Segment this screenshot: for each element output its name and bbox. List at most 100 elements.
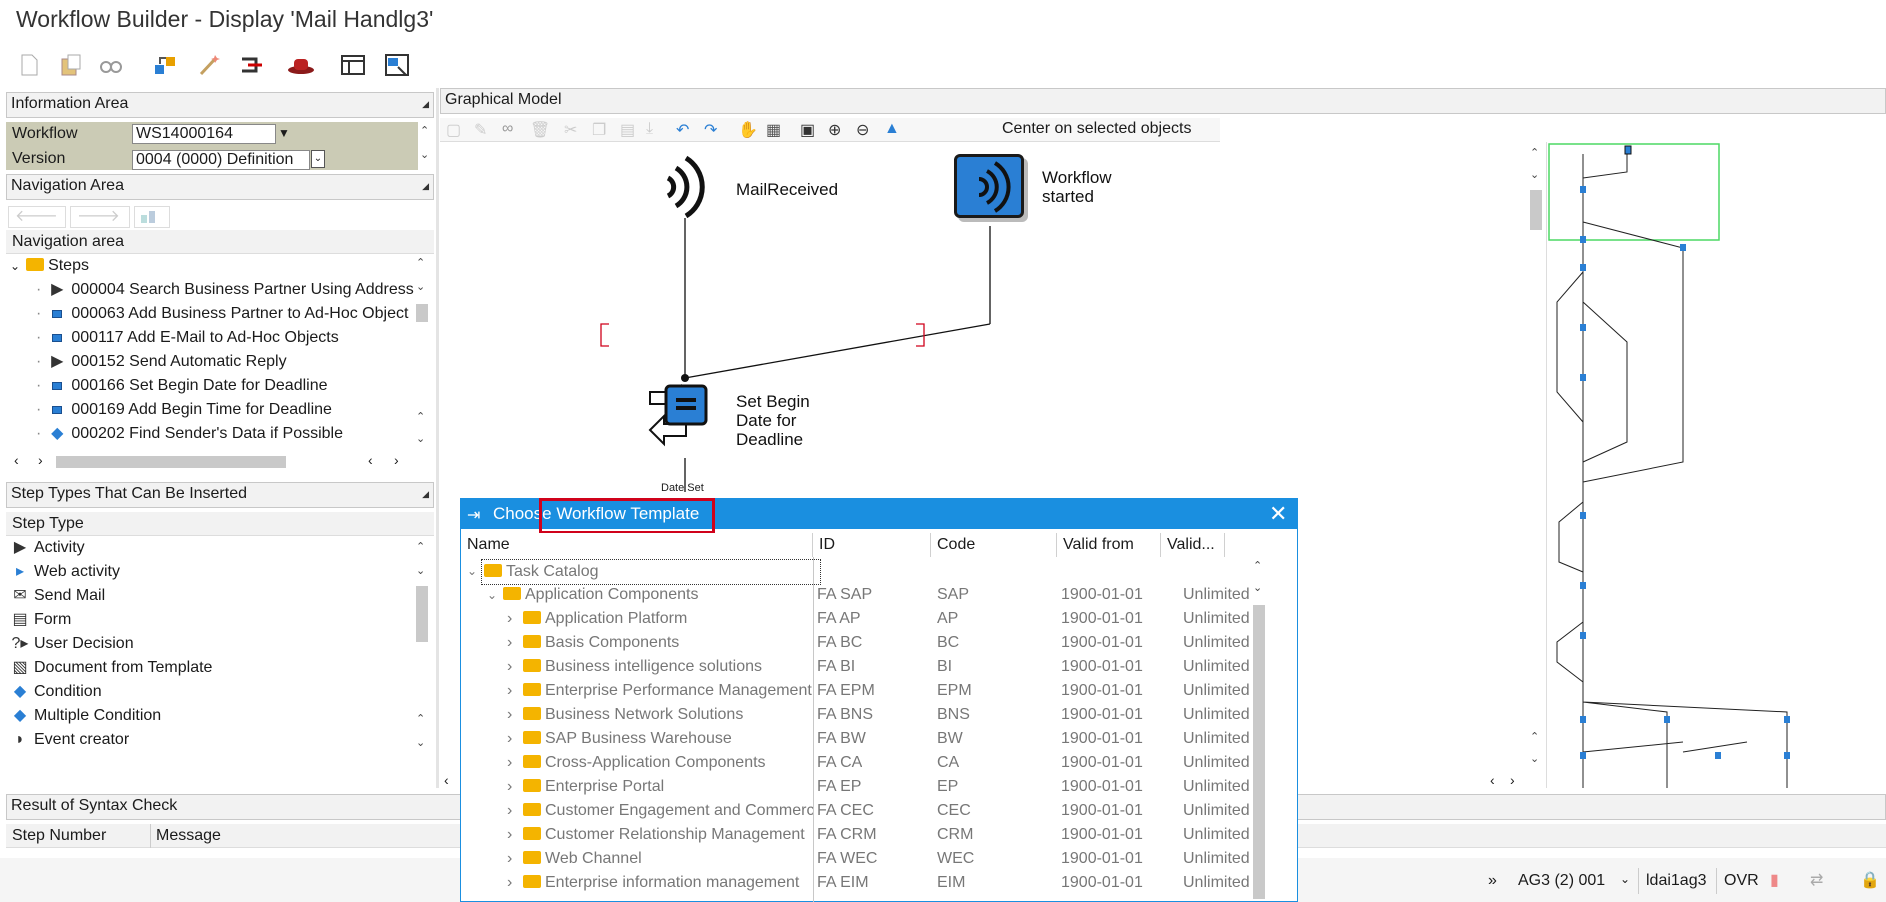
chevron-right-icon[interactable]: › xyxy=(507,607,512,631)
resize-corner-icon[interactable]: ◢ xyxy=(422,175,429,197)
chevron-right-icon[interactable]: › xyxy=(507,631,512,655)
step-type-item[interactable]: ✉ Send Mail xyxy=(10,584,105,608)
tree-root-steps[interactable]: ⌄ Steps xyxy=(10,254,89,278)
input-mode[interactable]: OVR xyxy=(1724,872,1759,890)
tree-item[interactable]: · 000063 Add Business Partner to Ad-Hoc O… xyxy=(36,302,408,326)
table-row[interactable]: › Business intelligence solutions FA BI … xyxy=(461,655,1261,679)
dialog-vscroll[interactable]: ⌃ ⌄ xyxy=(1251,559,1267,901)
grid-icon[interactable]: ▦ xyxy=(766,120,781,140)
chevron-down-icon[interactable]: ⌄ xyxy=(1253,581,1262,594)
glasses-icon[interactable] xyxy=(96,50,126,80)
chevron-up-icon[interactable]: ⌃ xyxy=(1253,559,1262,572)
canvas-vscroll[interactable]: ⌃ ⌄ ⌃ ⌄ xyxy=(1528,146,1544,782)
insert-icon[interactable]: ⤓ xyxy=(646,120,653,138)
glasses-icon[interactable]: ∞ xyxy=(502,120,513,138)
lock-icon[interactable]: 🔒 xyxy=(1860,870,1880,890)
cut-icon[interactable]: ✂ xyxy=(564,120,577,140)
chevron-up-icon[interactable]: ⌃ xyxy=(1530,146,1539,159)
zoom-out-icon[interactable]: ⊖ xyxy=(856,120,869,140)
chevron-up-icon[interactable]: ⌃ xyxy=(420,124,429,137)
chevron-right-icon[interactable]: › xyxy=(507,847,512,871)
overview-icon[interactable] xyxy=(134,206,170,228)
step-type-vscroll[interactable]: ⌃ ⌄ ⌃ ⌄ xyxy=(414,536,430,758)
table-row[interactable]: › Basis Components FA BC BC 1900-01-01 U… xyxy=(461,631,1261,655)
chevron-up-icon[interactable]: ⌃ xyxy=(1530,730,1539,743)
chevron-up-icon[interactable]: ⌃ xyxy=(416,540,425,553)
table-row[interactable]: › Customer Relationship Management FA CR… xyxy=(461,823,1261,847)
table-row[interactable]: › Customer Engagement and Commerce FA CE… xyxy=(461,799,1261,823)
chevron-down-icon[interactable]: ⌄ xyxy=(1530,752,1539,765)
chevron-right-icon[interactable]: › xyxy=(507,703,512,727)
info-scrollbar[interactable]: ⌃ ⌄ xyxy=(418,122,434,170)
chevron-right-icon[interactable]: › xyxy=(507,727,512,751)
table-row[interactable]: › SAP Business Warehouse FA BW BW 1900-0… xyxy=(461,727,1261,751)
chevron-down-icon[interactable]: ⌄ xyxy=(10,259,20,273)
chevron-down-icon[interactable]: ⌄ xyxy=(416,432,425,445)
chevron-left-icon[interactable]: ‹ xyxy=(14,452,19,468)
chevron-up-icon[interactable]: ⌃ xyxy=(416,256,425,269)
window-icon[interactable] xyxy=(382,50,412,80)
delete-icon[interactable]: 🗑 xyxy=(530,120,550,140)
close-icon[interactable]: ✕ xyxy=(1269,501,1287,527)
table-row[interactable]: › Enterprise Portal FA EP EP 1900-01-01 … xyxy=(461,775,1261,799)
scroll-thumb[interactable] xyxy=(1253,605,1265,899)
undo-icon[interactable]: ↶ xyxy=(676,120,689,140)
chevron-down-icon[interactable]: ⌄ xyxy=(1530,168,1539,181)
container-operation-icon[interactable] xyxy=(646,382,712,458)
tree-item[interactable]: · ▶ 000004 Search Business Partner Using A… xyxy=(36,278,414,302)
version-select[interactable]: 0004 (0000) Definition xyxy=(132,150,310,170)
execute-icon[interactable] xyxy=(236,50,266,80)
chevron-down-icon[interactable]: ⌄ xyxy=(420,148,429,161)
chevron-right-icon[interactable]: › xyxy=(507,823,512,847)
step-type-item[interactable]: ▸ Web activity xyxy=(10,560,120,584)
chevron-left-icon[interactable]: ‹ xyxy=(368,452,373,468)
chevron-right-icon[interactable]: › xyxy=(507,799,512,823)
wand-icon[interactable] xyxy=(194,50,224,80)
step-type-item[interactable]: ▧ Document from Template xyxy=(10,656,212,680)
chevron-left-icon[interactable]: ‹ xyxy=(1490,772,1495,788)
sync-icon[interactable]: ⇄ xyxy=(1810,870,1823,890)
tree-item[interactable]: · ▶ 000152 Send Automatic Reply xyxy=(36,350,287,374)
tree-item[interactable]: · ◆ 000202 Find Sender's Data if Possible xyxy=(36,422,343,446)
chevron-right-icon[interactable]: › xyxy=(394,452,399,468)
table-row[interactable]: › Business Network Solutions FA BNS BNS … xyxy=(461,703,1261,727)
vertical-splitter[interactable] xyxy=(436,88,439,788)
chevron-right-icon[interactable]: › xyxy=(507,679,512,703)
tree-item[interactable]: · 000166 Set Begin Date for Deadline xyxy=(36,374,328,398)
nav-tree-hscroll[interactable]: ‹ › ‹ › xyxy=(6,452,416,470)
canvas-hscroll[interactable]: ‹ › xyxy=(1488,772,1528,788)
workflow-field[interactable]: WS14000164 xyxy=(132,124,276,144)
tree-item[interactable]: · 000169 Add Begin Time for Deadline xyxy=(36,398,332,422)
step-type-item[interactable]: ◆ Condition xyxy=(10,680,102,704)
step-type-item[interactable]: ◗ Event creator xyxy=(10,728,129,752)
chevron-right-icon[interactable]: › xyxy=(507,871,512,895)
overview-icon[interactable]: ▣ xyxy=(800,120,815,140)
expand-icon[interactable]: » xyxy=(1488,872,1497,890)
forward-arrow-icon[interactable]: 🡒 xyxy=(70,206,130,228)
col-message[interactable]: Message xyxy=(156,824,221,848)
chevron-right-icon[interactable]: › xyxy=(507,775,512,799)
edit-icon[interactable]: ✎ xyxy=(474,120,487,140)
table-row[interactable]: › Cross-Application Components FA CA CA … xyxy=(461,751,1261,775)
back-arrow-icon[interactable]: 🡐 xyxy=(8,206,66,228)
move-icon[interactable] xyxy=(150,50,180,80)
chevron-down-icon[interactable]: ⌄ xyxy=(416,736,425,749)
chevron-right-icon[interactable]: › xyxy=(38,452,43,468)
chevron-down-icon[interactable]: ⌄ xyxy=(487,583,497,607)
paste-icon[interactable] xyxy=(56,50,86,80)
chevron-down-icon[interactable]: ⌄ xyxy=(467,559,477,583)
tree-root-task-catalog[interactable]: ⌄ Task Catalog xyxy=(461,559,1261,585)
col-step-number[interactable]: Step Number xyxy=(12,824,106,848)
hat-icon[interactable] xyxy=(286,50,316,80)
event-icon[interactable] xyxy=(654,154,714,219)
center-on-selected-button[interactable]: Center on selected objects xyxy=(1002,120,1191,138)
chevron-down-icon[interactable]: ⌄ xyxy=(416,280,425,293)
step-type-item[interactable]: ?▸ User Decision xyxy=(10,632,134,656)
scroll-thumb[interactable] xyxy=(1530,190,1542,230)
step-type-item[interactable]: ◆ Multiple Condition xyxy=(10,704,161,728)
resize-corner-icon[interactable]: ◢ xyxy=(422,483,429,505)
col-name[interactable]: Name xyxy=(461,533,813,557)
hand-icon[interactable]: ✋ xyxy=(738,120,758,140)
overview-minimap[interactable] xyxy=(1546,142,1886,788)
scroll-thumb[interactable] xyxy=(416,304,428,322)
